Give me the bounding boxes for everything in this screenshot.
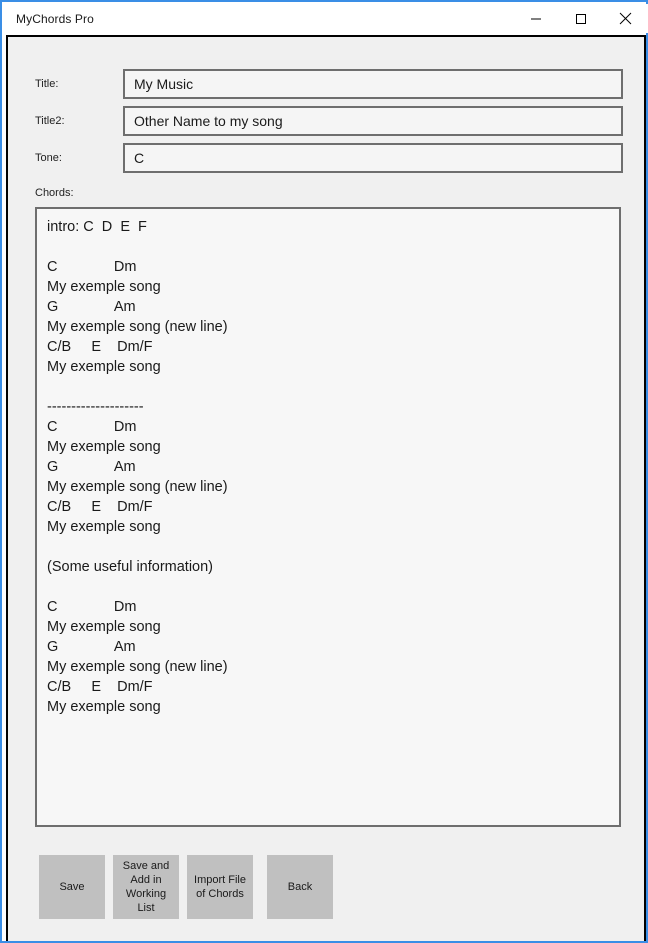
title2-input[interactable] xyxy=(123,106,623,136)
title2-label: Title2: xyxy=(35,115,65,127)
save-button-label: Save xyxy=(59,881,85,893)
button-row: Save Save and Add in Working List Import… xyxy=(35,855,621,921)
window-title: MyChords Pro xyxy=(16,11,94,26)
chords-label: Chords: xyxy=(35,187,74,199)
minimize-icon xyxy=(530,13,542,25)
import-file-of-chords-button[interactable]: Import File of Chords xyxy=(187,855,253,919)
client-area: Title: Title2: Tone: Chords: Save Save a… xyxy=(6,35,646,941)
maximize-icon xyxy=(575,13,587,25)
form-container: Title: Title2: Tone: Chords: Save Save a… xyxy=(8,37,644,941)
save-and-add-in-working-list-button-label: Save and Add in Working List xyxy=(122,860,170,914)
back-button-label: Back xyxy=(287,881,313,893)
title-label: Title: xyxy=(35,78,59,90)
save-and-add-in-working-list-button[interactable]: Save and Add in Working List xyxy=(113,855,179,919)
title-bar[interactable]: MyChords Pro xyxy=(4,4,648,33)
save-button[interactable]: Save xyxy=(39,855,105,919)
close-icon xyxy=(619,12,632,25)
close-button[interactable] xyxy=(603,4,648,33)
minimize-button[interactable] xyxy=(513,4,558,33)
maximize-button[interactable] xyxy=(558,4,603,33)
tone-input[interactable] xyxy=(123,143,623,173)
app-window: MyChords Pro Title: My Music Title2: Oth… xyxy=(0,0,648,943)
back-button[interactable]: Back xyxy=(267,855,333,919)
title-input[interactable] xyxy=(123,69,623,99)
chords-textarea[interactable] xyxy=(35,207,621,827)
import-file-of-chords-button-label: Import File of Chords xyxy=(194,874,246,900)
tone-label: Tone: xyxy=(35,152,62,164)
